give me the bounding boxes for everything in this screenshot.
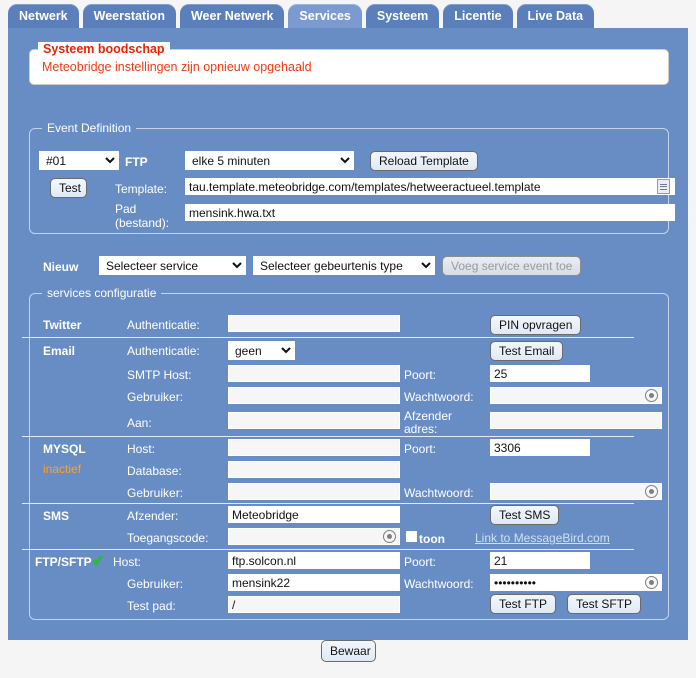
twitter-auth-label: Authenticatie: <box>127 318 200 332</box>
mysql-port-label: Poort: <box>404 442 436 456</box>
template-list-icon[interactable] <box>657 179 670 194</box>
new-event-type-select[interactable]: Selecteer gebeurtenis type <box>253 256 435 275</box>
email-from-input[interactable] <box>490 412 662 429</box>
reload-template-button[interactable]: Reload Template <box>370 151 478 171</box>
ftp-password-label: Wachtwoord: <box>404 577 474 591</box>
mysql-password-input[interactable] <box>490 483 662 500</box>
new-service-select[interactable]: Selecteer service <box>99 256 246 275</box>
divider-twitter-email <box>22 337 634 338</box>
sms-accesscode-input[interactable] <box>228 528 400 545</box>
event-index-select[interactable]: #01 <box>39 151 119 170</box>
page-root: Netwerk Weerstation Weer Netwerk Service… <box>0 0 696 678</box>
mysql-database-label: Database: <box>127 464 182 478</box>
test-sms-button[interactable]: Test SMS <box>490 505 559 525</box>
services-panel: Meteobridge instellingen zijn opnieuw op… <box>8 28 688 640</box>
email-section-label: Email <box>43 344 75 358</box>
test-ftp-button[interactable]: Test FTP <box>490 594 556 614</box>
mysql-host-label: Host: <box>127 442 155 456</box>
email-password-reveal-icon[interactable] <box>645 389 658 402</box>
email-smtp-label: SMTP Host: <box>127 368 191 382</box>
sms-sender-label: Afzender: <box>127 509 178 523</box>
email-user-input[interactable] <box>228 387 400 404</box>
divider-sms-ftp <box>22 549 634 550</box>
ftp-host-input[interactable] <box>228 552 400 569</box>
messagebird-link[interactable]: Link to MessageBird.com <box>475 531 610 545</box>
services-config-fieldset: services configuratie <box>29 293 669 620</box>
save-button[interactable]: Bewaar <box>321 640 376 662</box>
mysql-status-label: inactief <box>43 462 81 476</box>
email-from-label-line1: Afzender <box>404 409 452 423</box>
template-label: Template: <box>115 182 167 196</box>
ftp-testpath-label: Test pad: <box>127 599 176 613</box>
ftp-port-label: Poort: <box>404 555 436 569</box>
email-password-label: Wachtwoord: <box>404 390 474 404</box>
ftp-port-input[interactable] <box>490 552 590 569</box>
ftp-section-label: FTP/SFTP <box>35 555 92 569</box>
tab-netwerk[interactable]: Netwerk <box>8 4 79 28</box>
ftp-testpath-input[interactable] <box>228 596 400 613</box>
template-input[interactable] <box>185 178 675 195</box>
tab-bar: Netwerk Weerstation Weer Netwerk Service… <box>0 0 696 28</box>
email-auth-label: Authenticatie: <box>127 344 200 358</box>
mysql-password-label: Wachtwoord: <box>404 486 474 500</box>
services-config-legend: services configuratie <box>42 286 161 300</box>
sms-show-label: toon <box>419 532 445 546</box>
mysql-password-reveal-icon[interactable] <box>645 485 658 498</box>
event-interval-select[interactable]: elke 5 minuten <box>185 151 354 170</box>
email-user-label: Gebruiker: <box>127 390 183 404</box>
mysql-user-input[interactable] <box>228 483 400 500</box>
mysql-user-label: Gebruiker: <box>127 486 183 500</box>
twitter-section-label: Twitter <box>43 318 81 332</box>
check-icon: ✔ <box>92 555 105 569</box>
system-message-legend: Systeem boodschap <box>38 42 170 56</box>
email-smtp-input[interactable] <box>228 365 400 382</box>
email-to-input[interactable] <box>228 412 400 429</box>
event-service-label: FTP <box>125 155 148 169</box>
divider-email-mysql <box>22 436 634 437</box>
ftp-password-input[interactable] <box>490 574 662 591</box>
email-to-label: Aan: <box>127 416 152 430</box>
event-test-button[interactable]: Test <box>50 178 87 198</box>
mysql-host-input[interactable] <box>228 439 400 456</box>
ftp-user-label: Gebruiker: <box>127 577 183 591</box>
mysql-section-label: MYSQL <box>43 442 86 456</box>
pin-request-button[interactable]: PIN opvragen <box>490 315 581 335</box>
path-label-line1: Pad <box>115 202 136 216</box>
sms-section-label: SMS <box>43 509 69 523</box>
email-password-input[interactable] <box>490 387 662 404</box>
tab-weer-netwerk[interactable]: Weer Netwerk <box>180 4 284 28</box>
email-from-label-line2: adres: <box>404 422 437 436</box>
add-service-event-button[interactable]: Voeg service event toe <box>442 256 581 276</box>
tab-licentie[interactable]: Licentie <box>443 4 512 28</box>
sms-show-checkbox[interactable] <box>406 531 417 542</box>
ftp-password-reveal-icon[interactable] <box>645 576 658 589</box>
new-event-label: Nieuw <box>43 260 78 274</box>
test-sftp-button[interactable]: Test SFTP <box>567 594 641 614</box>
sms-accesscode-reveal-icon[interactable] <box>383 530 396 543</box>
tab-services[interactable]: Services <box>288 4 361 28</box>
divider-mysql-sms <box>22 503 634 504</box>
email-auth-select[interactable]: geen <box>228 341 295 360</box>
tab-live-data[interactable]: Live Data <box>517 4 595 28</box>
mysql-port-input[interactable] <box>490 439 590 456</box>
path-input[interactable] <box>185 204 675 221</box>
sms-sender-input[interactable] <box>228 506 400 523</box>
sms-accesscode-label: Toegangscode: <box>127 531 208 545</box>
ftp-user-input[interactable] <box>228 574 400 591</box>
system-message-text: Meteobridge instellingen zijn opnieuw op… <box>42 59 658 75</box>
mysql-database-input[interactable] <box>228 461 400 478</box>
email-port-input[interactable] <box>490 365 590 382</box>
test-email-button[interactable]: Test Email <box>490 341 563 361</box>
tab-weerstation[interactable]: Weerstation <box>83 4 176 28</box>
email-port-label: Poort: <box>404 368 436 382</box>
path-label-line2: (bestand): <box>115 216 169 230</box>
tab-systeem[interactable]: Systeem <box>366 4 439 28</box>
twitter-auth-input[interactable] <box>228 315 400 332</box>
ftp-host-label: Host: <box>113 555 141 569</box>
event-definition-legend: Event Definition <box>42 121 136 135</box>
